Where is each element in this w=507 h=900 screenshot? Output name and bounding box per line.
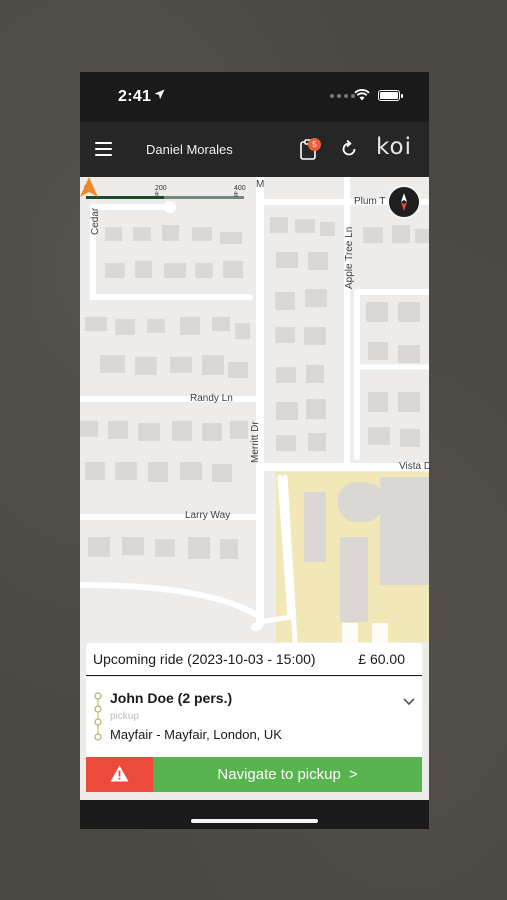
notification-badge: 5 xyxy=(308,138,321,151)
route-stops-icon xyxy=(94,692,102,741)
status-bar: 2:41 xyxy=(80,72,429,122)
ride-price: £ 60.00 xyxy=(358,651,405,667)
alert-button[interactable] xyxy=(86,757,153,792)
koi-logo: koi xyxy=(376,134,412,160)
ride-details[interactable]: John Doe (2 pers.) pickup Mayfair - Mayf… xyxy=(86,677,422,757)
hamburger-menu-icon[interactable] xyxy=(95,142,112,156)
passenger-name: John Doe (2 pers.) xyxy=(110,690,233,706)
signal-dots-icon xyxy=(330,94,355,98)
street-label-plum: Plum T xyxy=(354,196,386,207)
chevron-right-icon: > xyxy=(348,766,358,783)
street-label-m: M xyxy=(256,179,265,190)
ride-actions: Navigate to pickup > xyxy=(86,757,422,792)
ride-title: Upcoming ride (2023-10-03 - 15:00) xyxy=(93,651,316,667)
navigate-label: Navigate to pickup xyxy=(217,766,341,783)
scale-bar-line xyxy=(86,196,244,199)
street-label-cedar: Cedar xyxy=(90,207,101,235)
street-label-apple-tree: Apple Tree Ln xyxy=(344,226,355,289)
location-arrow-icon xyxy=(154,89,165,100)
navigation-arrow-icon xyxy=(80,177,98,197)
navigate-to-pickup-button[interactable]: Navigate to pickup > xyxy=(153,757,422,792)
chevron-down-icon[interactable] xyxy=(402,697,416,707)
warning-icon xyxy=(110,765,129,782)
street-label-larry: Larry Way xyxy=(185,510,231,521)
street-label-merritt: Merritt Dr xyxy=(250,421,261,463)
home-bar-area xyxy=(80,800,429,829)
ride-header: Upcoming ride (2023-10-03 - 15:00) £ 60.… xyxy=(86,643,422,676)
driver-name: Daniel Morales xyxy=(146,142,233,157)
stop-type-label: pickup xyxy=(110,711,139,722)
app-header: Daniel Morales 5 koi xyxy=(80,122,429,177)
refresh-icon[interactable] xyxy=(339,139,359,159)
phone-screen: 2:41 Daniel Morales 5 koi 200 ft 400 ft … xyxy=(80,72,429,829)
compass-icon[interactable] xyxy=(387,185,421,219)
upcoming-ride-card[interactable]: Upcoming ride (2023-10-03 - 15:00) £ 60.… xyxy=(86,643,422,792)
status-time: 2:41 xyxy=(118,88,152,105)
street-label-vista: Vista D xyxy=(399,461,429,472)
home-indicator[interactable] xyxy=(191,819,318,823)
street-label-randy: Randy Ln xyxy=(190,393,233,404)
wifi-icon xyxy=(354,89,370,101)
battery-icon xyxy=(378,90,403,101)
pickup-address: Mayfair - Mayfair, London, UK xyxy=(110,727,282,742)
